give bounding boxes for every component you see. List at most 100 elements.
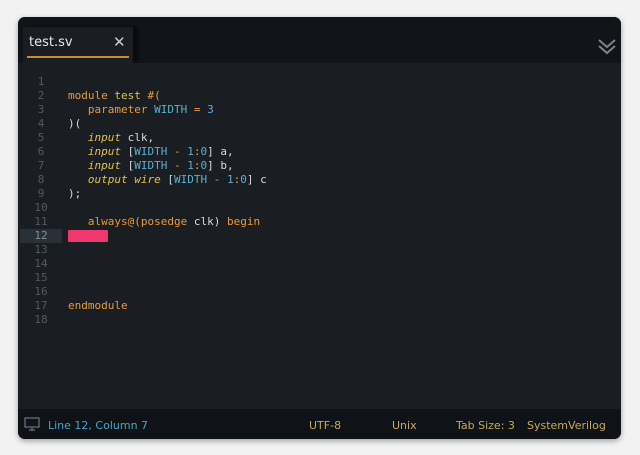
code-token: module bbox=[68, 89, 108, 102]
code-token: output bbox=[87, 173, 128, 186]
line-number: 5 bbox=[37, 131, 45, 144]
line-number: 1 bbox=[37, 75, 45, 88]
line-number: 13 bbox=[34, 243, 48, 256]
code-token: ] c bbox=[246, 173, 267, 186]
code-token: input bbox=[87, 145, 121, 158]
line-endings-selector[interactable]: Unix bbox=[392, 419, 417, 432]
tab-test-sv[interactable]: test.sv ✕ bbox=[23, 27, 135, 63]
code-token: test bbox=[114, 89, 141, 102]
code-token: input bbox=[87, 131, 121, 144]
line-number: 8 bbox=[37, 173, 45, 186]
code-text: input [WIDTH - 1:0] b, bbox=[68, 159, 234, 173]
line-number: 14 bbox=[34, 257, 48, 270]
language-selector[interactable]: SystemVerilog bbox=[527, 419, 606, 432]
code-line[interactable]: 14 bbox=[18, 257, 621, 271]
code-token: : bbox=[193, 159, 201, 172]
code-token: 1 bbox=[227, 173, 234, 186]
line-number: 2 bbox=[37, 89, 45, 102]
editor-window: test.sv ✕ 1 2 module test #(3 parameter WI… bbox=[18, 17, 621, 439]
code-line[interactable]: 17 endmodule bbox=[18, 299, 621, 313]
code-line[interactable]: 4 )( bbox=[18, 117, 621, 131]
code-line[interactable]: 2 module test #( bbox=[18, 89, 621, 103]
code-line[interactable]: 3 parameter WIDTH = 3 bbox=[18, 103, 621, 117]
code-text: always@(posedge clk) begin bbox=[68, 215, 260, 229]
code-line[interactable]: 16 bbox=[18, 285, 621, 299]
line-number: 10 bbox=[34, 201, 48, 214]
code-token: ] a, bbox=[207, 145, 234, 158]
cursor-position[interactable]: Line 12, Column 7 bbox=[48, 419, 148, 432]
code-token: begin bbox=[226, 215, 261, 228]
code-line[interactable]: 7 input [WIDTH - 1:0] b, bbox=[18, 159, 621, 173]
code-text: output wire [WIDTH - 1:0] c bbox=[68, 173, 267, 187]
code-line[interactable]: 15 bbox=[18, 271, 621, 285]
code-token: [ bbox=[121, 145, 135, 158]
screen-icon[interactable] bbox=[24, 417, 40, 431]
code-line[interactable]: 10 bbox=[18, 201, 621, 215]
code-line[interactable]: 9); bbox=[18, 187, 621, 201]
code-text: endmodule bbox=[68, 299, 128, 313]
code-text: module test #( bbox=[68, 89, 161, 103]
tab-bar: test.sv ✕ bbox=[18, 17, 621, 63]
code-token: 1 bbox=[187, 145, 194, 158]
code-line[interactable]: 1 bbox=[18, 75, 621, 89]
code-token: 0 bbox=[240, 173, 247, 186]
code-editor[interactable]: 1 2 module test #(3 parameter WIDTH = 3 4)(… bbox=[18, 63, 621, 409]
code-token: endmodule bbox=[68, 299, 128, 312]
line-number: 11 bbox=[34, 215, 48, 228]
code-line[interactable]: 6 input [WIDTH - 1:0] a, bbox=[18, 145, 621, 159]
line-number: 3 bbox=[37, 103, 45, 116]
line-number: 17 bbox=[34, 299, 48, 312]
code-token: )( bbox=[68, 117, 82, 130]
tab-title: test.sv bbox=[29, 35, 73, 50]
selection-highlight bbox=[68, 230, 108, 242]
code-token: 1 bbox=[187, 159, 194, 172]
line-number: 16 bbox=[34, 285, 48, 298]
code-text: input clk, bbox=[68, 131, 154, 145]
encoding-selector[interactable]: UTF-8 bbox=[309, 419, 341, 432]
code-text: parameter WIDTH = 3 bbox=[68, 103, 214, 117]
code-token: #( bbox=[147, 89, 161, 102]
code-token: WIDTH bbox=[174, 173, 208, 186]
code-token: wire bbox=[134, 173, 161, 186]
line-number: 4 bbox=[37, 117, 45, 130]
tab-size-selector[interactable]: Tab Size: 3 bbox=[456, 419, 515, 432]
close-icon[interactable]: ✕ bbox=[113, 33, 126, 51]
code-text: )( bbox=[68, 117, 81, 131]
code-text: ); bbox=[68, 187, 81, 201]
code-token: - bbox=[174, 145, 181, 158]
code-token: WIDTH bbox=[134, 145, 168, 158]
line-number: 18 bbox=[34, 313, 48, 326]
line-number: 6 bbox=[37, 145, 45, 158]
line-number: 7 bbox=[37, 159, 45, 172]
code-token: [ bbox=[121, 159, 135, 172]
code-line[interactable]: 5 input clk, bbox=[18, 131, 621, 145]
code-token: always@(posedge bbox=[87, 215, 188, 228]
code-line[interactable]: 18 bbox=[18, 313, 621, 327]
code-text: input [WIDTH - 1:0] a, bbox=[68, 145, 234, 159]
chevrons-down-icon[interactable] bbox=[597, 37, 617, 55]
code-token: ); bbox=[68, 187, 82, 200]
code-line[interactable]: 8 output wire [WIDTH - 1:0] c bbox=[18, 173, 621, 187]
code-line[interactable]: 13 bbox=[18, 243, 621, 257]
code-line[interactable]: 12 bbox=[18, 229, 621, 243]
code-token: WIDTH bbox=[154, 103, 188, 116]
code-token: ] b, bbox=[207, 159, 234, 172]
code-token: input bbox=[87, 159, 121, 172]
code-token: [ bbox=[160, 173, 174, 186]
code-token: parameter bbox=[87, 103, 148, 116]
line-number: 12 bbox=[20, 229, 62, 243]
code-token: clk, bbox=[121, 131, 155, 144]
code-token: 3 bbox=[207, 103, 214, 116]
code-line[interactable]: 11 always@(posedge clk) begin bbox=[18, 215, 621, 229]
line-number: 9 bbox=[37, 187, 45, 200]
